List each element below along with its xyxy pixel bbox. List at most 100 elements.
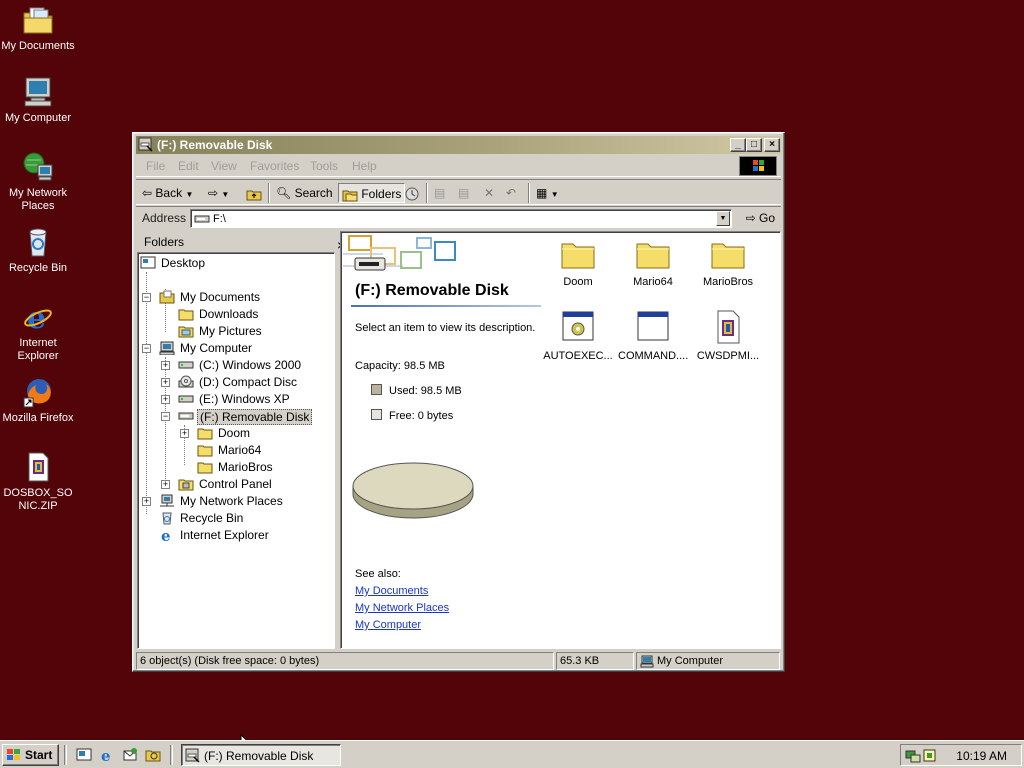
- title-bar[interactable]: (F:) Removable Disk _ □ ×: [136, 136, 781, 154]
- expand-toggle[interactable]: +: [142, 497, 151, 506]
- network-places-icon: [22, 151, 54, 183]
- file-name: Doom: [563, 276, 593, 288]
- address-dropdown-button[interactable]: ▼: [716, 211, 730, 226]
- folders-pane-title: Folders: [144, 235, 185, 249]
- windows-logo-icon: [739, 156, 777, 176]
- chevron-down-icon: ▼: [185, 190, 194, 199]
- back-button[interactable]: ⇦ Back ▼: [142, 183, 193, 203]
- folders-pane-header: Folders ×: [137, 231, 345, 253]
- desktop-icon-label: Explorer: [17, 350, 59, 362]
- desktop-icon-label: My Computer: [4, 112, 72, 124]
- expand-toggle[interactable]: +: [161, 378, 170, 387]
- chevron-down-icon: ▼: [550, 190, 559, 199]
- desktop-icon-my-documents[interactable]: My Documents: [0, 4, 76, 53]
- move-to-button[interactable]: ▤: [434, 183, 445, 203]
- volume-tray-icon[interactable]: [923, 747, 937, 766]
- folders-icon: [342, 187, 361, 202]
- views-button[interactable]: ▦ ▼: [536, 183, 559, 203]
- explorer-window[interactable]: (F:) Removable Disk _ □ × File Edit View…: [132, 132, 785, 672]
- description-text: Select an item to view its description.: [355, 322, 536, 334]
- content-heading: (F:) Removable Disk: [355, 282, 509, 299]
- used-legend-swatch: [371, 384, 382, 395]
- toolbar: ⇦ Back ▼ ⇨ ▼ 🔍︎ Search Folders ▤ ▤ ✕ ↶ ▦…: [136, 179, 781, 205]
- desktop-icon-dosbox-zip[interactable]: DOSBOX_SO NIC.ZIP: [0, 451, 76, 513]
- file-item-mariobros[interactable]: MarioBros: [693, 236, 763, 288]
- file-item-command[interactable]: COMMAND....: [618, 310, 688, 362]
- views-icon: ▦: [536, 186, 548, 200]
- collapse-toggle[interactable]: −: [161, 412, 170, 421]
- address-input[interactable]: F:\ ▼: [190, 209, 732, 228]
- desktop-icon-label: My Documents: [1, 40, 75, 52]
- expand-toggle[interactable]: +: [180, 429, 189, 438]
- recycle-bin-icon: [159, 511, 175, 525]
- clock[interactable]: 10:19 AM: [956, 749, 1007, 763]
- removable-disk-icon: [178, 409, 194, 423]
- forward-button[interactable]: ⇨ ▼: [208, 183, 229, 203]
- show-desktop-icon[interactable]: [76, 747, 92, 763]
- desktop-icon-internet-explorer[interactable]: e Internet Explorer: [0, 301, 76, 363]
- window-title: (F:) Removable Disk: [157, 138, 273, 152]
- go-button[interactable]: ⇨ Go: [746, 211, 775, 225]
- file-item-cwsdpmi[interactable]: CWSDPMI...: [693, 310, 763, 362]
- desktop-icon-mozilla-firefox[interactable]: Mozilla Firefox: [0, 376, 76, 425]
- status-bar: 6 object(s) (Disk free space: 0 bytes) 6…: [136, 652, 781, 670]
- toolbar-separator: [268, 183, 270, 203]
- link-my-network-places[interactable]: My Network Places: [355, 602, 449, 614]
- cd-drive-icon: [178, 375, 194, 389]
- close-button[interactable]: ×: [764, 138, 780, 152]
- undo-button[interactable]: ↶: [506, 183, 516, 203]
- see-also-label: See also:: [355, 568, 401, 580]
- taskbar-window-button[interactable]: (F:) Removable Disk: [181, 744, 341, 766]
- file-name: CWSDPMI...: [696, 350, 760, 362]
- delete-button[interactable]: ✕: [484, 183, 494, 203]
- minimize-button[interactable]: _: [730, 138, 746, 152]
- expand-toggle[interactable]: +: [161, 480, 170, 489]
- toolbar-separator: [426, 183, 428, 203]
- link-my-documents[interactable]: My Documents: [355, 585, 428, 597]
- desktop-icon-label: My Network: [8, 187, 68, 199]
- collapse-toggle[interactable]: −: [142, 344, 151, 353]
- network-places-icon: [159, 494, 175, 508]
- desktop-icon-my-computer[interactable]: My Computer: [0, 76, 76, 125]
- menu-view[interactable]: View: [211, 159, 237, 173]
- expand-toggle[interactable]: +: [161, 361, 170, 370]
- network-tray-icon[interactable]: [905, 747, 921, 766]
- outlook-express-icon[interactable]: [122, 747, 138, 763]
- svg-text:e: e: [161, 528, 171, 542]
- used-text: Used: 98.5 MB: [389, 385, 462, 397]
- up-folder-icon: [246, 186, 262, 201]
- folders-button[interactable]: Folders: [338, 183, 406, 203]
- removable-disk-icon: [138, 137, 154, 153]
- zip-file-icon: [22, 451, 54, 483]
- menu-bar: File Edit View Favorites Tools Help: [136, 155, 781, 177]
- file-item-doom[interactable]: Doom: [543, 236, 613, 288]
- content-pane: (F:) Removable Disk Select an item to vi…: [340, 231, 781, 649]
- menu-favorites[interactable]: Favorites: [250, 159, 299, 173]
- menu-edit[interactable]: Edit: [178, 159, 199, 173]
- history-button[interactable]: [403, 183, 421, 203]
- menu-tools[interactable]: Tools: [310, 159, 338, 173]
- search-button[interactable]: 🔍︎ Search: [276, 183, 333, 203]
- start-button[interactable]: Start: [2, 744, 59, 766]
- desktop-icon-my-network-places[interactable]: My Network Places: [0, 151, 76, 213]
- menu-file[interactable]: File: [146, 159, 165, 173]
- desktop-icon-recycle-bin[interactable]: Recycle Bin: [0, 226, 76, 275]
- my-computer-small-icon: [640, 655, 654, 671]
- expand-toggle[interactable]: +: [161, 395, 170, 404]
- recycle-bin-icon: [22, 226, 54, 258]
- file-item-mario64[interactable]: Mario64: [618, 236, 688, 288]
- my-documents-folder-icon: [159, 290, 175, 304]
- internet-explorer-icon[interactable]: e: [99, 747, 115, 765]
- undo-icon: ↶: [506, 186, 517, 200]
- maximize-button[interactable]: □: [746, 138, 762, 152]
- firefox-icon: [22, 376, 54, 408]
- folder-icon: [636, 236, 670, 270]
- collapse-toggle[interactable]: −: [142, 293, 151, 302]
- copy-to-button[interactable]: ▤: [458, 183, 469, 203]
- up-folder-button[interactable]: [246, 183, 262, 203]
- explorer-icon[interactable]: [145, 747, 161, 763]
- menu-help[interactable]: Help: [352, 159, 377, 173]
- executable-icon: [711, 310, 745, 344]
- link-my-computer[interactable]: My Computer: [355, 619, 421, 631]
- file-item-autoexec[interactable]: AUTOEXEC...: [543, 310, 613, 362]
